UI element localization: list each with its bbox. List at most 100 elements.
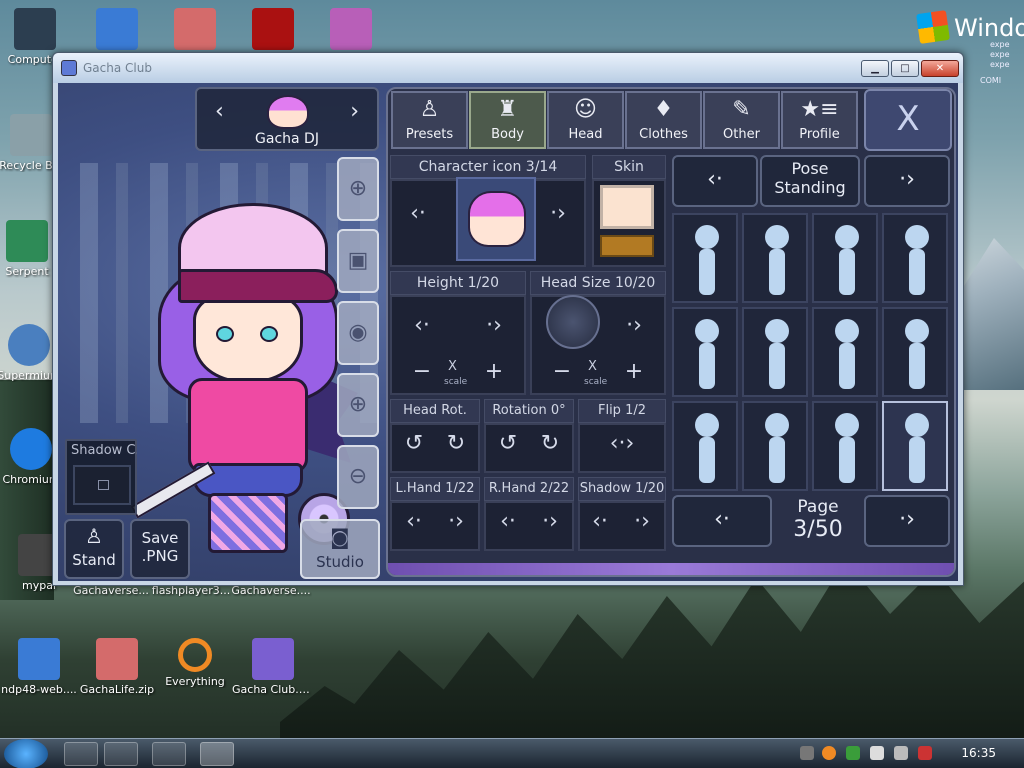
pose-option[interactable] [882,307,948,397]
maximize-button[interactable]: □ [891,60,919,77]
desktop-icon-label: ndp48-web.... [1,683,77,696]
minimize-button[interactable]: ▁ [861,60,889,77]
skin-shade-swatch[interactable] [600,235,654,257]
hide-ui-button[interactable]: ◉ [337,301,379,365]
panel-bottom-bar [388,563,954,575]
left-hand-prev-button[interactable]: ‹· [396,509,432,534]
tab-label: Profile [799,127,840,142]
tab-body[interactable]: ♜ Body [469,91,546,149]
window-titlebar[interactable]: Gacha Club ▁ □ ✕ [53,53,963,83]
pose-figure-body [769,437,785,483]
zoom-in-button[interactable]: ⊕ [337,373,379,437]
right-hand-prev-button[interactable]: ‹· [490,509,526,534]
tray-network-icon[interactable] [894,746,908,760]
shadow-color-swatch[interactable] [73,465,131,505]
prev-pose-button[interactable]: ‹· [672,155,758,207]
next-icon-button[interactable]: ·› [538,201,578,226]
character-preview[interactable] [130,173,368,563]
pose-option[interactable] [742,401,808,491]
next-page-button[interactable]: ·› [864,495,950,547]
desktop-icon-top-5[interactable] [310,8,392,53]
tab-profile[interactable]: ★≡ Profile [781,91,858,149]
head-rotate-left-button[interactable]: ↺ [396,431,432,456]
skin-color-swatch[interactable] [600,185,654,229]
square-icon [98,480,109,490]
height-scale-label: scale [444,377,468,387]
pose-option[interactable] [812,401,878,491]
desktop-icon-top-2[interactable] [76,8,158,53]
height-minus-button[interactable]: − [402,359,442,384]
tab-head[interactable]: ☺ Head [547,91,624,149]
right-hand-next-button[interactable]: ·› [532,509,568,534]
head-size-minus-button[interactable]: − [542,359,582,384]
tray-volume-icon[interactable] [918,746,932,760]
zoom-out-button[interactable]: ⊖ [337,445,379,509]
pose-figure-icon [835,319,859,343]
taskbar-app-serpent[interactable] [104,742,138,766]
tray-keyboard-icon[interactable] [800,746,814,760]
next-pose-button[interactable]: ·› [864,155,950,207]
taskbar-app-explorer[interactable] [152,742,186,766]
stand-button[interactable]: ♙ Stand [64,519,124,579]
flip-button[interactable]: ‹·› [582,431,662,456]
pose-option[interactable] [672,213,738,303]
add-character-button[interactable]: ⊕ [337,157,379,221]
left-hand-next-button[interactable]: ·› [438,509,474,534]
head-size-plus-button[interactable]: + [614,359,654,384]
pose-option[interactable] [882,401,948,491]
shadow-prev-button[interactable]: ‹· [582,509,618,534]
tray-flag-icon[interactable] [870,746,884,760]
save-png-button[interactable]: Save .PNG [130,519,190,579]
next-character-button[interactable]: › [350,99,359,124]
pose-option[interactable] [672,307,738,397]
character-icon-header: Character icon 3/14 [390,155,586,179]
taskbar-clock[interactable]: 16:35 [961,746,996,760]
prev-character-button[interactable]: ‹ [215,99,224,124]
pose-option[interactable] [812,213,878,303]
head-size-dial[interactable] [546,295,600,349]
desktop-icon-ndp48[interactable]: ndp48-web.... [0,638,80,696]
left-hand-header: L.Hand 1/22 [390,477,480,501]
pose-option[interactable] [742,213,808,303]
head-scale-label: scale [584,377,608,387]
desktop-icon-top-4[interactable] [232,8,314,53]
studio-button[interactable]: ◙ Studio [300,519,380,579]
height-plus-button[interactable]: + [474,359,514,384]
rotate-left-button[interactable]: ↺ [490,431,526,456]
pose-option[interactable] [882,213,948,303]
close-window-button[interactable]: ✕ [921,60,959,77]
pose-figure-body [909,437,925,483]
prev-page-button[interactable]: ‹· [672,495,772,547]
head-size-next-button[interactable]: ·› [614,313,654,338]
chromium-icon [10,428,52,470]
shadow-next-button[interactable]: ·› [624,509,660,534]
height-prev-button[interactable]: ‹· [402,313,442,338]
tray-search-icon[interactable] [822,746,836,760]
taskbar-app-gacha-club[interactable] [200,742,234,766]
pose-option[interactable] [672,401,738,491]
background-button[interactable]: ▣ [337,229,379,293]
tab-clothes[interactable]: ♦ Clothes [625,91,702,149]
page-indicator: Page 3/50 [776,497,860,542]
tab-other[interactable]: ✎ Other [703,91,780,149]
rotate-right-button[interactable]: ↻ [532,431,568,456]
pose-option[interactable] [742,307,808,397]
height-next-button[interactable]: ·› [474,313,514,338]
prev-icon-button[interactable]: ‹· [398,201,438,226]
tray-security-icon[interactable] [846,746,860,760]
shadow-color-box[interactable]: Shadow C... [65,439,137,515]
head-rotate-right-button[interactable]: ↻ [438,431,474,456]
desktop-icon-everything[interactable]: Everything [154,638,236,688]
desktop-icon-gachalife-zip[interactable]: GachaLife.zip [76,638,158,696]
desktop-icon-top-3[interactable] [154,8,236,53]
start-button[interactable] [4,739,48,768]
close-panel-button[interactable]: X [864,89,952,151]
add-person-icon: ⊕ [348,176,368,201]
category-tabs: ♙ Presets ♜ Body ☺ Head ♦ Clothes ✎ Othe… [391,91,861,149]
character-head-icon [267,95,309,129]
pose-option[interactable] [812,307,878,397]
desktop-icon-gacha-club[interactable]: Gacha Club.exe [232,638,314,696]
tab-presets[interactable]: ♙ Presets [391,91,468,149]
taskbar-app-1[interactable] [64,742,98,766]
stand-label: Stand [72,551,116,569]
